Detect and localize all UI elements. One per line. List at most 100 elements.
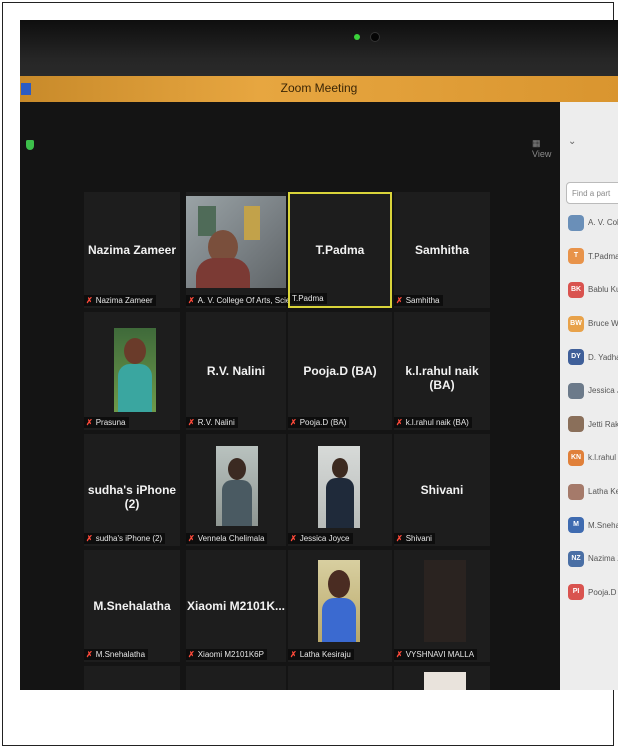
chevron-down-icon[interactable]: ⌄ — [568, 136, 576, 147]
view-label: View — [532, 149, 552, 159]
participant-label: ✗ Xiaomi M2101K6P — [186, 649, 267, 660]
participant-name: Pooja.D ( — [588, 587, 618, 597]
muted-mic-icon: ✗ — [290, 418, 297, 427]
participant-video — [186, 196, 286, 288]
zoom-app-icon — [21, 83, 31, 95]
participant-name-large: T.Padma — [315, 243, 365, 258]
muted-mic-icon: ✗ — [396, 296, 403, 305]
muted-mic-icon: ✗ — [290, 650, 297, 659]
participant-name-large: Shivani — [420, 483, 464, 498]
window-title: Zoom Meeting — [280, 81, 358, 95]
participant-list-item[interactable]: Jessica Jo — [568, 382, 618, 400]
video-tile[interactable]: ✗ Prasuna — [84, 312, 180, 430]
participant-list-item[interactable]: BK Bablu Ku — [568, 281, 618, 299]
avatar — [568, 382, 584, 399]
view-button[interactable]: ▦ View — [532, 138, 560, 159]
participant-name-large: Nazima Zameer — [87, 243, 177, 258]
video-tile[interactable]: ✗ VYSHNAVI MALLA — [394, 550, 490, 662]
title-bar: Zoom Meeting — [20, 76, 618, 102]
muted-mic-icon: ✗ — [396, 650, 403, 659]
participant-list-item[interactable]: Jetti Rake — [568, 416, 618, 434]
video-tile-active-speaker[interactable]: T.Padma T.Padma — [288, 192, 392, 308]
video-tile[interactable] — [186, 666, 286, 690]
participant-name-large: M.Snehalatha — [93, 599, 171, 614]
participant-name-large: k.l.rahul naik (BA) — [405, 363, 479, 392]
person-body-icon — [326, 478, 354, 528]
participant-list-item[interactable]: Latha Kes — [568, 483, 618, 501]
person-body-icon — [322, 598, 356, 642]
video-tile[interactable]: Xiaomi M2101K... ✗ Xiaomi M2101K6P — [186, 550, 286, 662]
security-shield-icon[interactable] — [26, 140, 34, 150]
avatar: BW — [568, 315, 584, 332]
video-tile[interactable]: ✗ A. V. College Of Arts, Scien... — [186, 192, 305, 308]
participant-label: ✗ Latha Kesiraju — [288, 649, 354, 660]
participant-name-large: sudha's iPhone (2) — [87, 483, 177, 512]
person-head-icon — [228, 458, 246, 480]
avatar: T — [568, 248, 584, 265]
avatar: DY — [568, 349, 584, 366]
person-body-icon — [222, 480, 252, 526]
participant-list-item[interactable]: KN k.l.rahul n — [568, 449, 618, 467]
wall-picture-icon — [244, 206, 260, 240]
participant-label: ✗ sudha's iPhone (2) — [84, 533, 166, 544]
muted-mic-icon: ✗ — [188, 418, 195, 427]
participant-label: ✗ Samhitha — [394, 295, 443, 306]
video-tile[interactable]: ✗ Latha Kesiraju — [288, 550, 392, 662]
participant-label: T.Padma — [290, 293, 327, 304]
video-tile[interactable]: Shivani ✗ Shivani — [394, 434, 490, 546]
participant-label: ✗ Shivani — [394, 533, 435, 544]
video-tile[interactable]: ✗ Jessica Joyce — [288, 434, 392, 546]
muted-mic-icon: ✗ — [86, 650, 93, 659]
video-tile[interactable]: Pooja.D (BA) ✗ Pooja.D (BA) — [288, 312, 392, 430]
participant-name: Nazima Z — [588, 554, 618, 564]
video-tile[interactable] — [394, 666, 490, 690]
muted-mic-icon: ✗ — [396, 418, 403, 427]
participant-list-item[interactable]: A. V. Col — [568, 214, 618, 232]
video-tile[interactable]: R.V. Nalini ✗ R.V. Nalini — [186, 312, 286, 430]
participant-name: D. Yadha — [588, 352, 618, 362]
participant-list-item[interactable]: BW Bruce W — [568, 315, 618, 333]
avatar: BK — [568, 281, 584, 298]
participant-photo — [114, 328, 156, 412]
avatar: NZ — [568, 550, 584, 567]
muted-mic-icon: ✗ — [86, 296, 93, 305]
person-body-icon — [196, 258, 250, 288]
participant-name: Jessica Jo — [588, 386, 618, 396]
video-tile[interactable]: Nazima Zameer ✗ Nazima Zameer — [84, 192, 180, 308]
participant-list-item[interactable]: M M.Snehal — [568, 516, 618, 534]
participant-list-item[interactable]: DY D. Yadha — [568, 348, 618, 366]
person-body-icon — [118, 364, 152, 412]
video-tile[interactable] — [84, 666, 180, 690]
participant-name: T.Padma — [588, 251, 618, 261]
camera-light-icon — [354, 34, 360, 40]
participant-list-item[interactable]: PI Pooja.D ( — [568, 584, 618, 602]
muted-mic-icon: ✗ — [188, 650, 195, 659]
participant-photo — [216, 446, 258, 526]
participant-name: A. V. Col — [588, 218, 618, 228]
participant-search-input[interactable]: Find a part — [566, 182, 618, 204]
video-tile[interactable]: Samhitha ✗ Samhitha — [394, 192, 490, 308]
muted-mic-icon: ✗ — [86, 534, 93, 543]
screen-photo: Zoom Meeting ▦ View Nazima Zameer ✗ Nazim… — [20, 20, 618, 690]
gallery-view: ▦ View Nazima Zameer ✗ Nazima Zameer ✗ A. … — [20, 102, 560, 690]
participant-label: ✗ Jessica Joyce — [288, 533, 353, 544]
participant-name: Bablu Ku — [588, 285, 618, 295]
video-tile[interactable]: sudha's iPhone (2) ✗ sudha's iPhone (2) — [84, 434, 180, 546]
participant-name-large: Xiaomi M2101K... — [186, 599, 286, 614]
person-head-icon — [332, 458, 348, 478]
video-tile[interactable]: k.l.rahul naik (BA) ✗ k.l.rahul naik (BA) — [394, 312, 490, 430]
muted-mic-icon: ✗ — [86, 418, 93, 427]
participant-photo — [424, 560, 466, 642]
muted-mic-icon: ✗ — [396, 534, 403, 543]
participant-name: Latha Kes — [588, 487, 618, 497]
muted-mic-icon: ✗ — [188, 534, 195, 543]
video-tile[interactable] — [288, 666, 392, 690]
video-tile[interactable]: M.Snehalatha ✗ M.Snehalatha — [84, 550, 180, 662]
participant-name: M.Snehal — [588, 520, 618, 530]
video-tile[interactable]: ✗ Vennela Chelimala — [186, 434, 286, 546]
avatar: PI — [568, 584, 584, 601]
person-head-icon — [328, 570, 350, 598]
participant-list-item[interactable]: NZ Nazima Z — [568, 550, 618, 568]
participant-label: ✗ VYSHNAVI MALLA — [394, 649, 478, 660]
participant-list-item[interactable]: T T.Padma — [568, 248, 618, 266]
